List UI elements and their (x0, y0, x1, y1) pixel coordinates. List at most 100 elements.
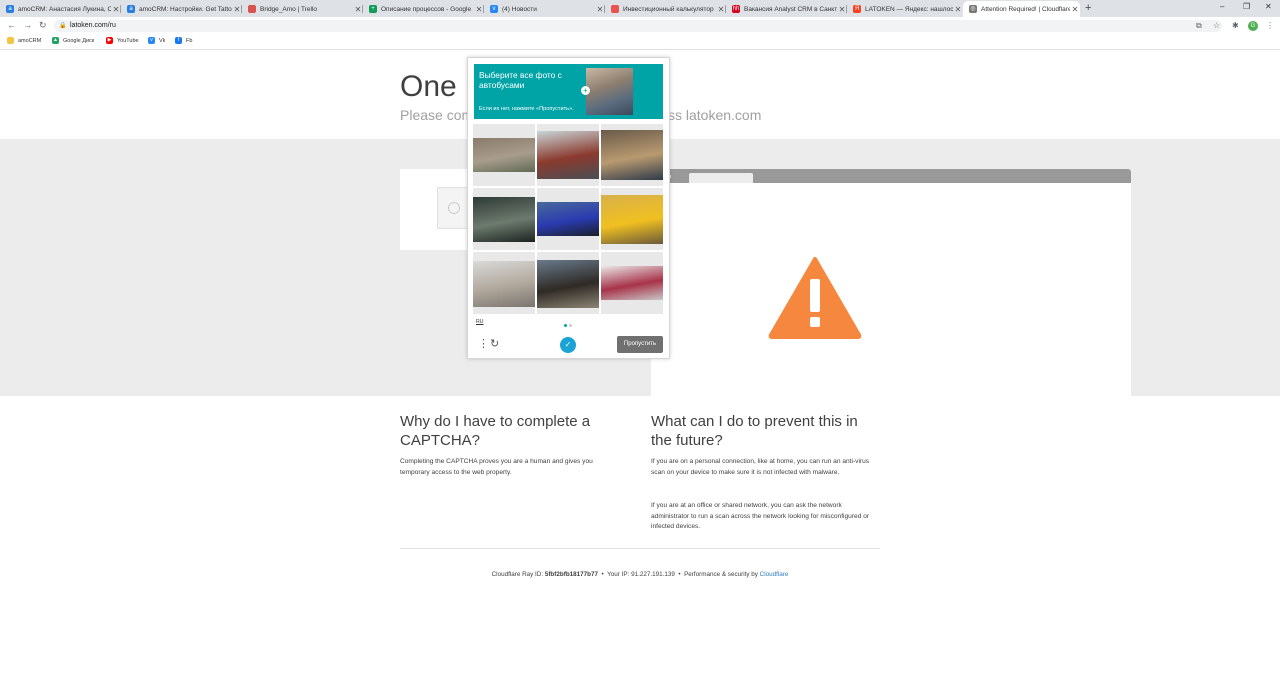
tab-favicon-icon: a (127, 5, 135, 13)
captcha-image-tile[interactable] (601, 124, 663, 186)
browser-tab[interactable]: + Описание процессов - Google ✕ (363, 1, 484, 17)
tab-title: Инвестиционный калькулятор (623, 5, 714, 13)
cloudflare-footer: Cloudflare Ray ID: 5fbf2bfb18177b77 • Yo… (400, 571, 880, 578)
captcha-image-tile[interactable] (601, 188, 663, 250)
captcha-photo (473, 138, 535, 172)
browser-tab[interactable]: a amoCRM: Анастасия Лукина, Ст ✕ (0, 1, 121, 17)
reload-icon[interactable]: ↻ (39, 20, 47, 31)
tab-close-icon[interactable]: ✕ (716, 5, 726, 14)
page-dot-icon (569, 324, 572, 327)
tab-favicon-icon: hh (732, 5, 740, 13)
captcha-photo (473, 197, 535, 242)
tab-close-icon[interactable]: ✕ (474, 5, 484, 14)
bookmark-item[interactable]: ▶ YouTube (106, 37, 139, 44)
footer-separator: • (601, 571, 604, 578)
browser-tab[interactable]: Bridge_Amo | Trello ✕ (242, 1, 363, 17)
why-heading: Why do I have to complete a CAPTCHA? (400, 413, 591, 449)
captcha-container (400, 169, 469, 250)
page-subtitle-right: ss latoken.com (668, 107, 762, 123)
new-tab-button[interactable]: + (1085, 2, 1091, 14)
captcha-photo (601, 130, 663, 180)
tab-favicon-icon: v (490, 5, 498, 13)
ip-value: 91.227.191.139 (631, 571, 675, 578)
tab-favicon-icon: a (6, 5, 14, 13)
tab-close-icon[interactable]: ✕ (953, 5, 963, 14)
captcha-image-grid (473, 124, 665, 314)
bookmarks-bar: amoCRM ▲ Google Диск ▶ YouTube v Vk f Fb (0, 35, 1280, 50)
address-bar[interactable]: 🔒 latoken.com/ru (54, 20, 1222, 32)
ip-label: Your IP: (607, 571, 630, 578)
tab-title: (4) Новости (502, 5, 537, 13)
ray-id: 5fbf2bfb18177b77 (544, 571, 599, 578)
bookmark-item[interactable]: ▲ Google Диск (52, 37, 94, 44)
bookmark-item[interactable]: v Vk (148, 37, 165, 44)
minimize-button[interactable]: – (1220, 2, 1224, 11)
tab-close-icon[interactable]: ✕ (595, 5, 605, 14)
captcha-image-tile[interactable] (473, 124, 535, 186)
prevent-text-1: If you are on a personal connection, lik… (651, 458, 870, 476)
bookmark-icon (7, 37, 14, 44)
bookmark-label: Vk (159, 37, 166, 44)
prevent-heading: What can I do to prevent this in the fut… (651, 413, 858, 449)
captcha-image-tile[interactable] (473, 188, 535, 250)
captcha-image-tile[interactable] (537, 252, 599, 314)
bookmark-label: Google Диск (63, 37, 95, 44)
tab-title: Вакансия Analyst CRM в Санкт- (744, 5, 837, 13)
hcaptcha-logo-icon[interactable]: ✓ (560, 337, 576, 353)
tab-favicon-icon: ◎ (969, 5, 977, 13)
browser-tab[interactable]: hh Вакансия Analyst CRM в Санкт- ✕ (726, 1, 847, 17)
captcha-language-selector[interactable]: RU (476, 319, 484, 325)
captcha-photo (473, 261, 535, 307)
captcha-image-tile[interactable] (601, 252, 663, 314)
restore-button[interactable]: ❐ (1243, 2, 1250, 11)
bookmark-item[interactable]: amoCRM (7, 37, 41, 44)
captcha-image-tile[interactable] (473, 252, 535, 314)
bookmark-label: YouTube (117, 37, 139, 44)
expand-example-icon[interactable]: + (581, 86, 590, 95)
captcha-photo (601, 266, 663, 300)
browser-tab[interactable]: Инвестиционный калькулятор ✕ (605, 1, 726, 17)
browser-toolbar: ← → ↻ 🔒 latoken.com/ru ⧉ ☆ ✱ ⋮ (0, 17, 1280, 35)
captcha-menu-icon[interactable]: ⋮ (478, 339, 489, 350)
translate-icon[interactable]: ⧉ (1196, 21, 1202, 31)
bookmark-label: Fb (186, 37, 193, 44)
cloudflare-link[interactable]: Cloudflare (760, 571, 789, 578)
captcha-prompt-header: Выберите все фото с автобусами Если их н… (474, 64, 663, 119)
browser-tab[interactable]: v (4) Новости ✕ (484, 1, 605, 17)
tab-title: Описание процессов - Google (381, 5, 472, 13)
footer-separator: • (678, 571, 681, 578)
browser-tab[interactable]: ◎ Attention Required! | Cloudflare ✕ (963, 1, 1080, 17)
browser-tab[interactable]: a amoCRM: Настройки. Get Tattoo ✕ (121, 1, 242, 17)
forward-icon[interactable]: → (23, 20, 32, 30)
why-text: Completing the CAPTCHA proves you are a … (400, 458, 593, 476)
tab-favicon-icon (248, 5, 256, 13)
tab-close-icon[interactable]: ✕ (837, 5, 847, 14)
tab-close-icon[interactable]: ✕ (111, 5, 121, 14)
captcha-image-tile[interactable] (537, 188, 599, 250)
close-window-button[interactable]: ✕ (1265, 2, 1272, 11)
captcha-image-tile[interactable] (537, 124, 599, 186)
lock-icon[interactable]: 🔒 (59, 20, 66, 32)
captcha-refresh-icon[interactable]: ↻ (490, 337, 499, 350)
ray-label: Cloudflare Ray ID: (491, 571, 544, 578)
tab-close-icon[interactable]: ✕ (353, 5, 363, 14)
extensions-icon[interactable]: ✱ (1232, 21, 1239, 30)
page-subtitle-left: Please com (400, 107, 474, 123)
perf-label: Performance & security by (684, 571, 758, 578)
loading-spinner-icon (448, 202, 460, 214)
browser-tab[interactable]: Я LATOKEN — Яндекс: нашлось 5 ✕ (847, 1, 963, 17)
menu-kebab-icon[interactable]: ⋮ (1266, 21, 1274, 30)
tab-close-icon[interactable]: ✕ (1070, 5, 1080, 14)
tab-close-icon[interactable]: ✕ (232, 5, 242, 14)
tab-title: LATOKEN — Яндекс: нашлось 5 (865, 5, 953, 13)
captcha-hint-text: Если их нет, нажмите «Пропустить». (479, 106, 574, 112)
tab-title: amoCRM: Настройки. Get Tattoo (139, 5, 232, 13)
captcha-photo (601, 195, 663, 244)
skip-button[interactable]: Пропустить (617, 336, 663, 353)
bookmark-label: amoCRM (18, 37, 42, 44)
bookmark-item[interactable]: f Fb (175, 37, 192, 44)
bookmark-star-icon[interactable]: ☆ (1213, 21, 1220, 30)
captcha-example-image[interactable] (586, 68, 633, 115)
back-icon[interactable]: ← (7, 20, 16, 30)
profile-avatar[interactable]: G (1248, 21, 1258, 31)
